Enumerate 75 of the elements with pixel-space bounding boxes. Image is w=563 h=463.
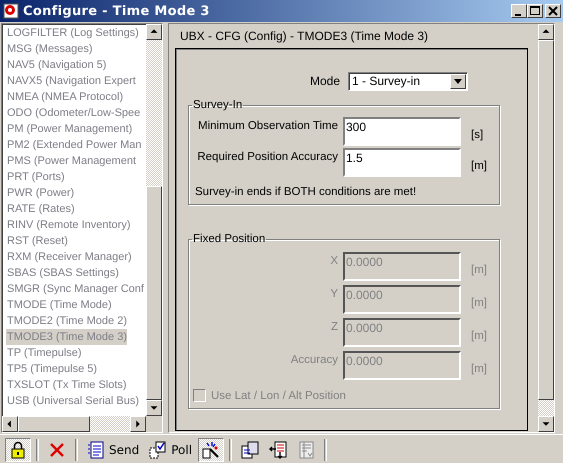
unit-label: [s] — [470, 128, 484, 141]
list-item[interactable]: PM2 (Extended Power Man — [6, 137, 142, 153]
unit-label: [m] — [470, 329, 487, 342]
field-label: Required Position Accuracy — [196, 150, 339, 163]
field-label: Z — [330, 320, 339, 333]
mode-dropdown[interactable]: 1 - Survey-in — [348, 72, 468, 90]
list-item[interactable]: SMGR (Sync Manager Conf — [6, 281, 144, 297]
document-icon — [87, 441, 105, 459]
vertical-scrollbar[interactable] — [146, 24, 162, 416]
minimize-icon — [514, 14, 520, 16]
maximize-icon — [529, 5, 541, 17]
unit-label: [m] — [470, 362, 487, 375]
list-item[interactable]: TP5 (Timepulse 5) — [6, 361, 98, 377]
field-label: X — [329, 254, 339, 267]
group-title: Fixed Position — [192, 233, 266, 245]
unit-label: [m] — [470, 159, 487, 172]
toolbar-button[interactable]: Poll — [145, 438, 196, 462]
close-icon — [547, 5, 559, 17]
close-button[interactable] — [545, 4, 561, 18]
list-item[interactable]: RINV (Remote Inventory) — [6, 217, 130, 233]
list-item[interactable]: PMS (Power Management — [6, 153, 136, 169]
wand-icon — [202, 441, 220, 459]
sheet-icon — [297, 441, 316, 459]
list-item[interactable]: TMODE (Time Mode) — [6, 297, 112, 313]
group-title: Survey-In — [192, 99, 244, 111]
maximize-button[interactable] — [527, 4, 543, 18]
unit-label: [m] — [470, 263, 487, 276]
lock-icon — [9, 441, 27, 459]
mode-label: Mode — [308, 74, 340, 88]
window-title: Configure - Time Mode 3 — [23, 4, 210, 18]
field-label: Accuracy — [290, 353, 339, 366]
list-item[interactable]: RXM (Receiver Manager) — [6, 249, 132, 265]
list-item[interactable]: SBAS (SBAS Settings) — [6, 265, 119, 281]
list-item[interactable]: NMEA (NMEA Protocol) — [6, 89, 124, 105]
field-label: Minimum Observation Time — [197, 119, 339, 132]
list-item[interactable]: PM (Power Management) — [6, 121, 132, 137]
input-field[interactable]: 1.5 — [343, 148, 461, 177]
close-icon — [48, 441, 66, 459]
scroll-down-button[interactable] — [538, 416, 554, 432]
unit-label: [m] — [470, 296, 487, 309]
minimize-button[interactable] — [511, 4, 527, 18]
list-item[interactable]: RST (Reset) — [6, 233, 68, 249]
scroll-up-button[interactable] — [538, 24, 554, 40]
field-label: Y — [329, 287, 339, 300]
scroll-track[interactable] — [538, 400, 554, 416]
scroll-up-button[interactable] — [146, 24, 162, 40]
list-item[interactable]: TP (Timepulse) — [6, 345, 82, 361]
list-item[interactable]: TXSLOT (Tx Time Slots) — [6, 377, 127, 393]
list-item[interactable]: USB (Universal Serial Bus) — [6, 393, 140, 409]
toolbar-button[interactable]: Send — [83, 438, 144, 462]
copy-icon — [241, 441, 260, 459]
document-arrow-icon — [149, 441, 168, 459]
import-icon — [269, 441, 288, 459]
hint-text: Survey-in ends if BOTH conditions are met! — [194, 186, 418, 198]
toolbar-button[interactable] — [5, 438, 31, 462]
scroll-thumb[interactable] — [18, 416, 90, 432]
list-item[interactable]: ODO (Odometer/Low-Spee — [6, 105, 140, 121]
list-item[interactable]: PWR (Power) — [6, 185, 74, 201]
scroll-thumb[interactable] — [146, 186, 162, 400]
list-item[interactable]: LOGFILTER (Log Settings) — [6, 25, 139, 41]
list-item[interactable]: NAV5 (Navigation 5) — [6, 57, 106, 73]
list-item[interactable]: TMODE3 (Time Mode 3) — [6, 329, 128, 345]
scroll-down-button[interactable] — [146, 400, 162, 416]
list-item[interactable]: PRT (Ports) — [6, 169, 65, 185]
toolbar-button[interactable] — [198, 438, 224, 462]
scroll-left-button[interactable] — [2, 416, 18, 432]
list-item[interactable]: TMODE2 (Time Mode 2) — [6, 313, 128, 329]
app-icon — [3, 3, 19, 19]
list-item[interactable]: NAVX5 (Navigation Expert — [6, 73, 136, 89]
list-item[interactable]: RATE (Rates) — [6, 201, 75, 217]
input-field[interactable]: 300 — [343, 117, 461, 146]
panel-header: UBX - CFG (Config) - TMODE3 (Time Mode 3) — [179, 28, 430, 45]
checkbox-label: Use Lat / Lon / Alt Position — [211, 390, 346, 402]
scroll-right-button[interactable] — [130, 416, 146, 432]
list-item[interactable]: MSG (Messages) — [6, 41, 93, 57]
